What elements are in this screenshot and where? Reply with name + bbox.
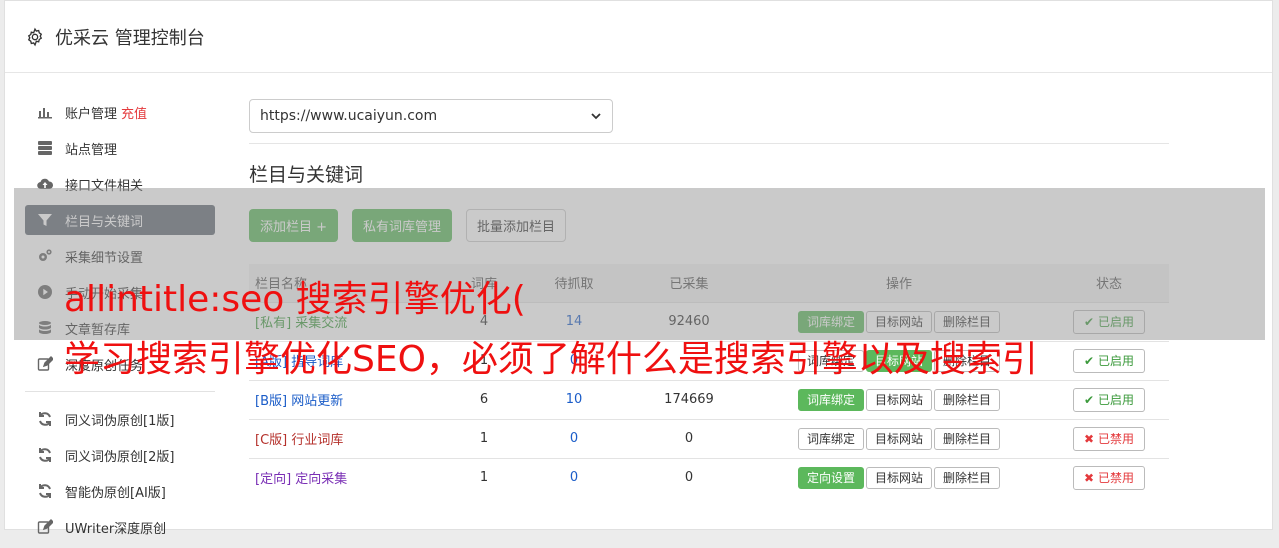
- lib-bind-button[interactable]: 词库绑定: [797, 388, 864, 411]
- section-title: 栏目与关键词: [249, 164, 364, 186]
- lib-bind-button[interactable]: 定向设置: [797, 466, 864, 489]
- actions-cell: 词库绑定目标网站删除栏目: [749, 418, 1049, 458]
- pending-count[interactable]: 0: [519, 457, 629, 497]
- column-tag: [定向]: [255, 472, 292, 488]
- status-cell: ✖ 已禁用: [1049, 457, 1169, 497]
- collected-count: 174669: [629, 379, 749, 419]
- sidebar-item-account[interactable]: 账户管理 充值: [25, 97, 215, 127]
- column-name[interactable]: 行业词库: [291, 433, 343, 448]
- sidebar-item-label: 智能伪原创[AI版]: [65, 485, 166, 501]
- column-name-cell[interactable]: [C版] 行业词库: [249, 418, 449, 458]
- column-name-cell[interactable]: [定向] 定向采集: [249, 457, 449, 497]
- lib-count: 6: [449, 379, 519, 419]
- table-row: [C版] 行业词库 1 0 0 词库绑定 目标网站 删除栏目 ✖ 已禁用: [249, 418, 1169, 458]
- check-icon: ✔: [1084, 353, 1095, 368]
- cross-icon: ✖: [1084, 431, 1095, 446]
- sidebar-item-label: 站点管理: [65, 142, 118, 158]
- table-row: [定向] 定向采集 1 0 0 定向设置 目标网站 删除栏目 ✖ 已禁用: [249, 457, 1169, 497]
- delete-column-button[interactable]: 删除栏目: [934, 466, 1001, 489]
- column-tag: [C版]: [255, 433, 288, 448]
- delete-column-button[interactable]: 删除栏目: [934, 388, 1001, 411]
- sidebar-item-sites[interactable]: 站点管理: [25, 133, 215, 163]
- sidebar-item-uwriter[interactable]: UWriter深度原创: [25, 512, 215, 542]
- refresh-icon: [37, 411, 53, 427]
- page-title: 优采云 管理控制台: [55, 27, 205, 49]
- status-cell: ✔ 已启用: [1049, 340, 1169, 380]
- sidebar-item-ai-rewrite[interactable]: 智能伪原创[AI版]: [25, 476, 215, 506]
- column-name[interactable]: 定向采集: [295, 472, 347, 487]
- sidebar-item-label: 账户管理: [65, 106, 118, 122]
- divider: [249, 143, 1169, 144]
- status-cell: ✖ 已禁用: [1049, 418, 1169, 458]
- edit-icon: [37, 519, 53, 535]
- server-icon: [37, 140, 53, 156]
- edit-icon: [37, 356, 53, 372]
- lib-count: 1: [449, 418, 519, 458]
- sidebar-item-label: UWriter深度原创: [65, 521, 167, 537]
- collected-count: 0: [629, 418, 749, 458]
- status-cell: ✔ 已启用: [1049, 379, 1169, 419]
- status-label: 已启用: [1097, 392, 1134, 407]
- sidebar-item-synonym-v1[interactable]: 同义词伪原创[1版]: [25, 404, 215, 434]
- bar-chart-icon: [37, 104, 53, 120]
- actions-cell: 定向设置 目标网站 删除栏目: [749, 457, 1049, 497]
- lib-count: 1: [449, 457, 519, 497]
- header: 优采云 管理控制台: [5, 1, 1272, 73]
- target-site-button[interactable]: 目标网站: [865, 466, 932, 489]
- status-toggle[interactable]: ✔ 已启用: [1073, 348, 1145, 373]
- target-site-button[interactable]: 目标网站: [865, 388, 932, 411]
- actions-cell: 词库绑定目标网站删除栏目: [749, 379, 1049, 419]
- cross-icon: ✖: [1084, 470, 1095, 485]
- sidebar-item-label: 同义词伪原创[2版]: [65, 449, 175, 465]
- pending-count[interactable]: 0: [519, 418, 629, 458]
- refresh-icon: [37, 483, 53, 499]
- sidebar-divider: [25, 391, 215, 392]
- sidebar-item-label: 同义词伪原创[1版]: [65, 413, 175, 429]
- column-name-cell[interactable]: [B版] 网站更新: [249, 379, 449, 419]
- check-icon: ✔: [1084, 392, 1095, 407]
- column-tag: [B版]: [255, 394, 288, 409]
- status-label: 已禁用: [1097, 431, 1134, 446]
- status-toggle[interactable]: ✔ 已启用: [1073, 387, 1145, 412]
- column-name[interactable]: 网站更新: [291, 394, 343, 409]
- status-label: 已启用: [1097, 353, 1134, 368]
- collected-count: 0: [629, 457, 749, 497]
- chevron-down-icon: [591, 113, 601, 120]
- refresh-icon: [37, 447, 53, 463]
- lib-bind-button[interactable]: 词库绑定: [797, 427, 864, 450]
- status-toggle[interactable]: ✖ 已禁用: [1073, 426, 1145, 451]
- status-label: 已禁用: [1097, 470, 1134, 485]
- pending-count[interactable]: 10: [519, 379, 629, 419]
- table-row: [B版] 网站更新 6 10 174669 词库绑定 目标网站 删除栏目 ✔ 已启用: [249, 379, 1169, 419]
- recharge-link[interactable]: 充值: [121, 103, 147, 122]
- target-site-button[interactable]: 目标网站: [865, 427, 932, 450]
- sidebar-item-synonym-v2[interactable]: 同义词伪原创[2版]: [25, 440, 215, 470]
- overlay-text-line2: 学习搜索引擎优化SEO，必须了解什么是搜索引擎以及搜索引: [64, 339, 1038, 380]
- gear-icon: [27, 27, 43, 46]
- site-select[interactable]: https://www.ucaiyun.com: [249, 99, 613, 133]
- delete-column-button[interactable]: 删除栏目: [934, 427, 1001, 450]
- status-toggle[interactable]: ✖ 已禁用: [1073, 465, 1145, 490]
- site-select-value: https://www.ucaiyun.com: [260, 108, 438, 124]
- overlay-text-line1: allintitle:seo 搜索引擎优化(: [64, 279, 526, 320]
